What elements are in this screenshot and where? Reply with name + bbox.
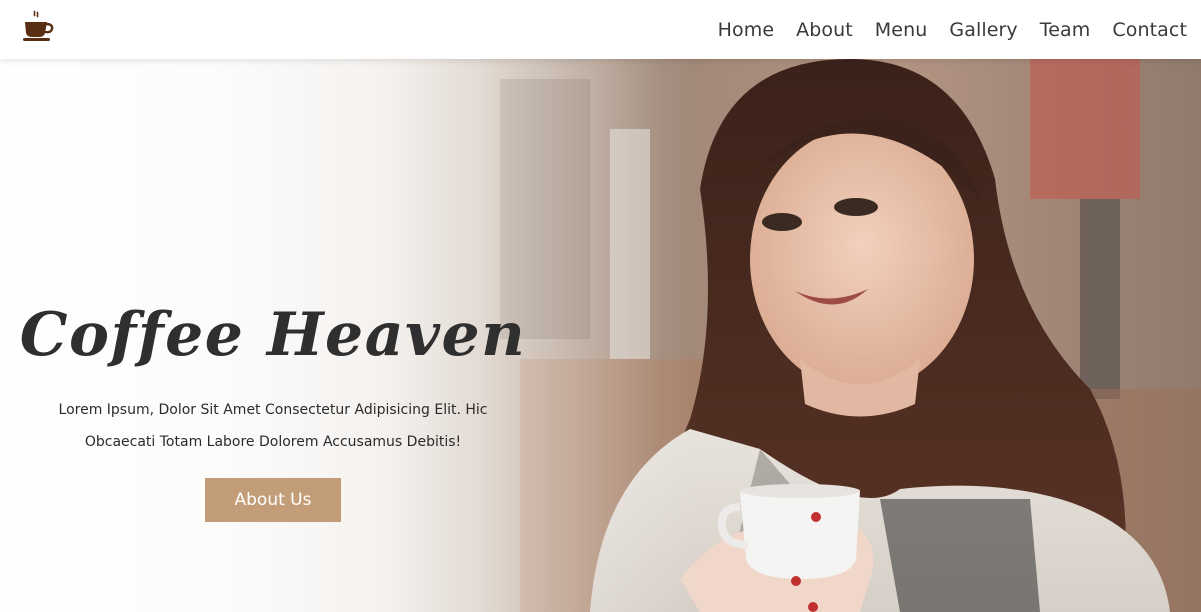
hero-section: Coffee Heaven Lorem Ipsum, Dolor Sit Ame…	[0, 59, 1201, 612]
nav-menu-link[interactable]: Menu	[875, 19, 928, 41]
coffee-cup-icon[interactable]	[20, 10, 56, 46]
about-us-button[interactable]: About Us	[205, 478, 341, 522]
hero-title: Coffee Heaven	[19, 300, 527, 370]
nav-team-link[interactable]: Team	[1040, 19, 1091, 41]
hero-description: Lorem Ipsum, Dolor Sit Amet Consectetur …	[30, 394, 516, 458]
hero-description-line-1: Lorem Ipsum, Dolor Sit Amet Consectetur …	[58, 402, 488, 418]
navbar: Home About Menu Gallery Team Contact	[0, 0, 1201, 59]
nav-links: Home About Menu Gallery Team Contact	[696, 0, 1187, 59]
nav-gallery-link[interactable]: Gallery	[949, 19, 1017, 41]
nav-home-link[interactable]: Home	[718, 19, 775, 41]
hero-description-line-2: Obcaecati Totam Labore Dolorem Accusamus…	[84, 434, 462, 450]
nav-about-link[interactable]: About	[796, 19, 853, 41]
nav-contact-link[interactable]: Contact	[1112, 19, 1187, 41]
